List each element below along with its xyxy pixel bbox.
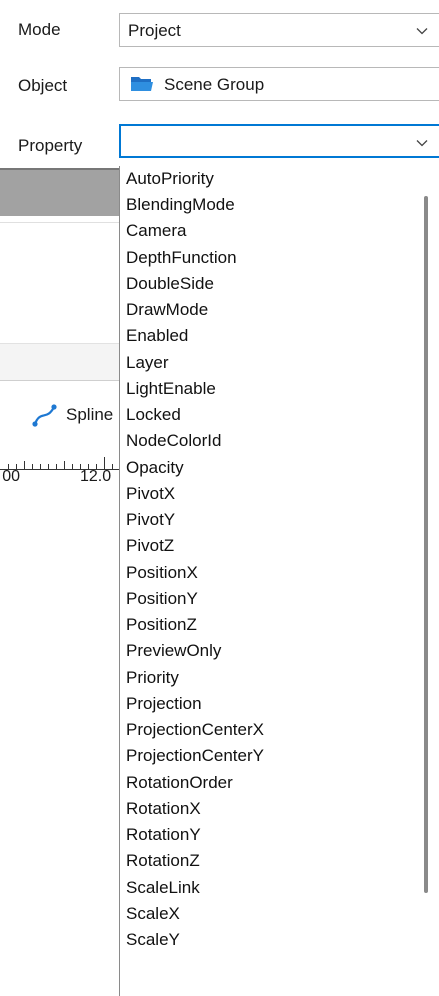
- chevron-down-icon: [416, 140, 428, 147]
- list-item[interactable]: RotationOrder: [126, 770, 233, 796]
- list-item[interactable]: Camera: [126, 218, 186, 244]
- object-field[interactable]: Scene Group: [119, 67, 439, 101]
- object-label: Object: [18, 76, 68, 95]
- property-select[interactable]: [119, 124, 439, 158]
- panel-header-bar: [0, 168, 120, 216]
- list-item[interactable]: PivotX: [126, 481, 175, 507]
- list-item[interactable]: RotationY: [126, 822, 201, 848]
- list-item[interactable]: DrawMode: [126, 297, 208, 323]
- list-item[interactable]: PivotZ: [126, 533, 174, 559]
- list-item[interactable]: Layer: [126, 350, 169, 376]
- list-item[interactable]: PositionZ: [126, 612, 197, 638]
- list-item[interactable]: Locked: [126, 402, 181, 428]
- list-item[interactable]: LightEnable: [126, 376, 216, 402]
- list-item[interactable]: AutoPriority: [126, 166, 214, 192]
- list-item[interactable]: BlendingMode: [126, 192, 235, 218]
- list-item[interactable]: Projection: [126, 691, 202, 717]
- list-item[interactable]: PivotY: [126, 507, 175, 533]
- list-item[interactable]: DepthFunction: [126, 245, 237, 271]
- list-item[interactable]: RotationX: [126, 796, 201, 822]
- list-item[interactable]: Opacity: [126, 455, 184, 481]
- mode-select[interactable]: Project: [119, 13, 439, 47]
- list-item[interactable]: PositionY: [126, 586, 198, 612]
- list-item[interactable]: PreviewOnly: [126, 638, 221, 664]
- divider: [0, 222, 120, 223]
- mode-value: Project: [128, 21, 181, 40]
- folder-icon: [131, 77, 153, 91]
- list-item[interactable]: ScaleX: [126, 901, 180, 927]
- ruler-label-end: 12.0: [80, 468, 112, 485]
- spline-icon[interactable]: [31, 401, 59, 429]
- object-value: Scene Group: [164, 75, 265, 94]
- property-label: Property: [18, 136, 83, 155]
- ruler-label-start: 00: [2, 468, 20, 485]
- list-item[interactable]: RotationZ: [126, 848, 200, 874]
- list-item[interactable]: PositionX: [126, 560, 198, 586]
- list-item[interactable]: ProjectionCenterX: [126, 717, 264, 743]
- chevron-down-icon: [416, 28, 428, 35]
- list-item[interactable]: Priority: [126, 665, 179, 691]
- list-item[interactable]: DoubleSide: [126, 271, 214, 297]
- list-item[interactable]: ScaleLink: [126, 875, 200, 901]
- list-item[interactable]: ScaleY: [126, 927, 180, 953]
- mode-label: Mode: [18, 20, 61, 39]
- dropdown-scrollbar-thumb[interactable]: [424, 196, 428, 893]
- list-item[interactable]: Enabled: [126, 323, 188, 349]
- property-dropdown-list[interactable]: AutoPriority BlendingMode Camera DepthFu…: [119, 166, 439, 996]
- list-item[interactable]: NodeColorId: [126, 428, 221, 454]
- list-item[interactable]: ProjectionCenterY: [126, 743, 264, 769]
- toolbar-band: [0, 343, 120, 381]
- spline-button-label[interactable]: Spline: [66, 405, 120, 425]
